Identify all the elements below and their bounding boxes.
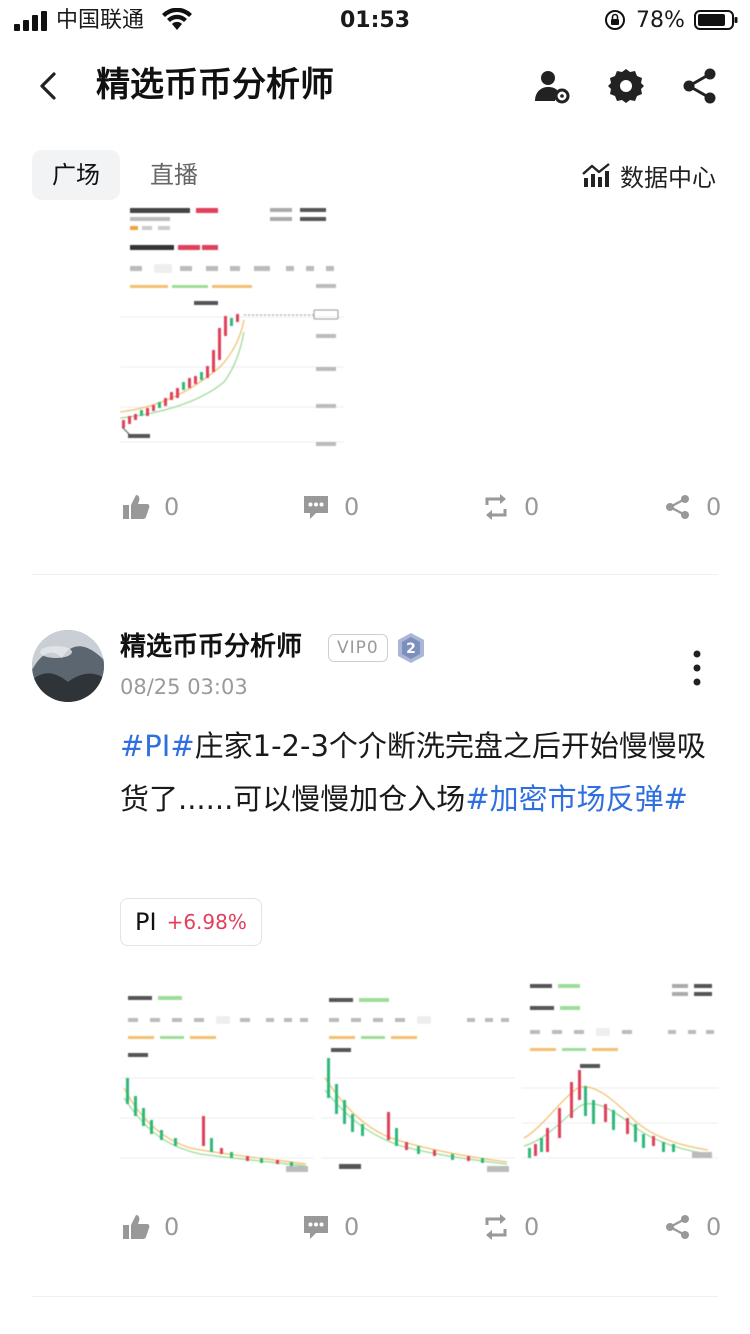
post-content: #PI#庄家1-2-3个介断洗完盘之后开始慢慢吸货了......可以慢慢加仓入场… [120, 720, 720, 826]
topic-tag-pi[interactable]: #PI# [120, 729, 195, 763]
share-post-button[interactable]: 0 [664, 1205, 721, 1249]
repost-icon [485, 494, 507, 520]
back-icon[interactable] [28, 66, 68, 106]
post-divider [32, 1296, 718, 1297]
level-badge: 2 [396, 632, 426, 664]
battery-icon [694, 10, 738, 30]
tab-live[interactable]: 直播 [134, 150, 214, 200]
avatar-image [32, 630, 104, 702]
share-post-button[interactable]: 0 [664, 485, 721, 529]
comment-button[interactable]: 0 [302, 1205, 359, 1249]
data-center-button[interactable]: 数据中心 [582, 150, 716, 200]
post-actions: 0 0 0 0 [0, 1205, 750, 1249]
chart-screenshot [522, 978, 718, 1174]
coin-tag[interactable]: PI +6.98% [120, 898, 262, 946]
post-image-1[interactable] [120, 978, 314, 1174]
user-settings-icon[interactable] [532, 66, 572, 106]
comment-count: 0 [344, 1213, 360, 1241]
like-count: 0 [164, 493, 180, 521]
repost-button[interactable]: 0 [482, 485, 539, 529]
more-options-icon[interactable] [682, 648, 712, 688]
coin-symbol: PI [135, 908, 157, 936]
author-name[interactable]: 精选币币分析师 [120, 628, 302, 666]
comment-icon [304, 496, 328, 519]
post-image-3[interactable] [522, 978, 718, 1174]
like-count: 0 [164, 1213, 180, 1241]
page-title: 精选币币分析师 [96, 65, 334, 105]
post-image[interactable] [120, 202, 344, 454]
data-center-label: 数据中心 [620, 163, 716, 192]
chart-screenshot [321, 978, 515, 1174]
data-chart-icon [582, 163, 610, 187]
avatar[interactable] [32, 630, 104, 702]
nav-bar: 精选币币分析师 [0, 50, 750, 122]
level-shield-icon: 2 [398, 633, 424, 663]
tab-bar: 广场 直播 数据中心 [0, 150, 750, 202]
battery-percent: 78% [636, 8, 685, 33]
repost-count: 0 [524, 493, 540, 521]
post-actions: 0 0 0 0 [0, 485, 750, 529]
share-icon[interactable] [680, 66, 720, 106]
post-timestamp: 08/25 03:03 [120, 675, 248, 699]
share-icon [666, 1215, 689, 1239]
chart-screenshot [120, 202, 344, 454]
repost-icon [485, 1214, 507, 1240]
comment-button[interactable]: 0 [302, 485, 359, 529]
share-count: 0 [706, 493, 722, 521]
chart-screenshot [120, 978, 314, 1174]
repost-count: 0 [524, 1213, 540, 1241]
gear-icon[interactable] [606, 66, 646, 106]
comment-count: 0 [344, 493, 360, 521]
thumbs-up-icon [123, 1215, 150, 1239]
repost-button[interactable]: 0 [482, 1205, 539, 1249]
post-divider [32, 574, 718, 575]
post-image-2[interactable] [321, 978, 515, 1174]
comment-icon [304, 1216, 328, 1239]
rotation-lock-icon [605, 10, 625, 30]
share-icon [666, 495, 689, 519]
like-button[interactable]: 0 [122, 485, 179, 529]
vip-badge: VIP0 [328, 634, 388, 662]
thumbs-up-icon [123, 495, 150, 519]
share-count: 0 [706, 1213, 722, 1241]
tab-square[interactable]: 广场 [32, 150, 120, 200]
coin-change: +6.98% [166, 910, 247, 934]
status-bar: 中国联通 01:53 78% [0, 0, 750, 40]
svg-text:2: 2 [406, 641, 416, 657]
like-button[interactable]: 0 [122, 1205, 179, 1249]
topic-tag-market-rebound[interactable]: #加密市场反弹# [465, 782, 688, 816]
